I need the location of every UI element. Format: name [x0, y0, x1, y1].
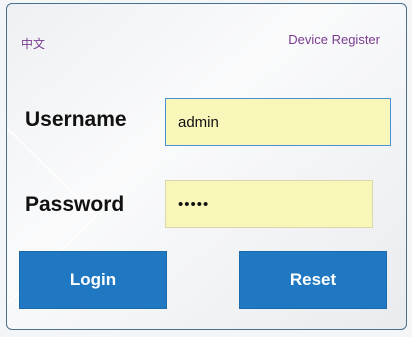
login-button[interactable]: Login	[19, 251, 167, 309]
username-input[interactable]	[165, 98, 391, 146]
language-switch-link[interactable]: 中文	[21, 35, 45, 52]
username-label: Username	[25, 108, 127, 131]
password-input[interactable]	[165, 180, 373, 228]
device-register-link[interactable]: Device Register	[288, 32, 380, 47]
login-panel: 中文 Device Register Username Password Log…	[6, 3, 407, 330]
reset-button[interactable]: Reset	[239, 251, 387, 309]
password-label: Password	[25, 193, 125, 216]
